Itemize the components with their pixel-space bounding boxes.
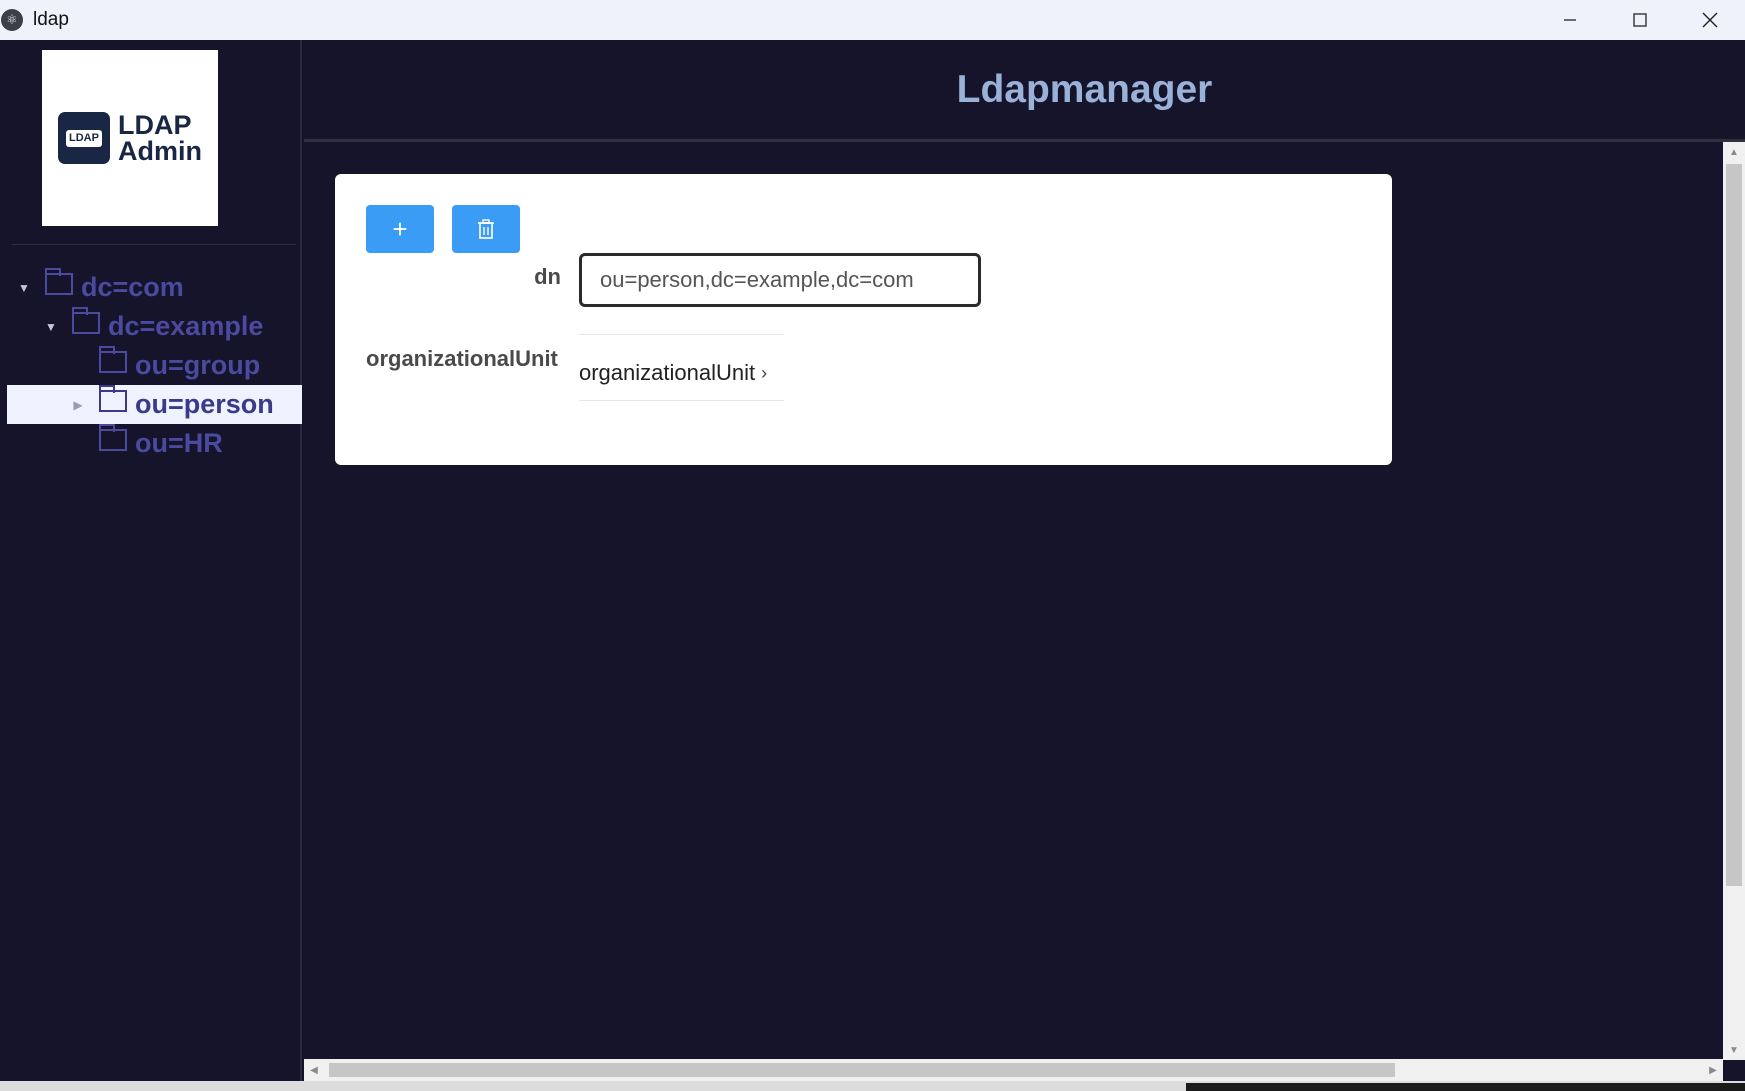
logo-line-2: Admin	[118, 136, 202, 166]
leaf-spacer	[71, 437, 85, 451]
chevron-right-icon: ›	[761, 362, 768, 383]
folder-icon	[99, 345, 127, 373]
scroll-up-icon[interactable]: ▲	[1723, 142, 1745, 162]
vertical-scrollbar[interactable]: ▲ ▼	[1723, 142, 1745, 1060]
window-controls	[1535, 0, 1745, 40]
organizational-unit-label: organizationalUnit	[366, 346, 558, 371]
main-content: Ldapmanager + dn organizationalUnit orga…	[304, 40, 1745, 1091]
folder-icon	[72, 306, 100, 334]
sidebar-divider	[12, 244, 296, 245]
entry-form-card: + dn organizationalUnit organizationalUn…	[335, 174, 1392, 465]
plus-icon: +	[392, 213, 408, 244]
ou-divider-bottom	[579, 400, 784, 401]
logo-badge: LDAP	[66, 129, 102, 147]
dn-label: dn	[534, 264, 561, 289]
folder-logo-icon: LDAP	[58, 112, 110, 164]
leaf-spacer	[71, 359, 85, 373]
app-header: Ldapmanager	[304, 40, 1745, 142]
horizontal-scroll-thumb[interactable]	[329, 1063, 1395, 1077]
organizational-unit-value: organizationalUnit	[579, 360, 756, 385]
tree-node-dc-com[interactable]: ▼ dc=com	[0, 267, 302, 307]
tree-node-label: dc=example	[108, 311, 264, 341]
collapsed-caret-icon[interactable]: ▶	[71, 398, 85, 412]
tree-node-label: ou=group	[135, 350, 261, 380]
logo-line-1: LDAP	[118, 110, 192, 140]
window-title: ldap	[33, 9, 69, 30]
tree-node-label: dc=com	[81, 272, 184, 302]
page-title: Ldapmanager	[956, 67, 1213, 111]
ldap-tree: ▼ dc=com ▼ dc=example ou=group ▶ ou=pers…	[0, 267, 302, 463]
expanded-caret-icon[interactable]: ▼	[17, 281, 31, 295]
folder-icon	[99, 384, 127, 412]
minimize-icon[interactable]	[1535, 0, 1605, 40]
folder-icon	[99, 423, 127, 451]
delete-button[interactable]	[452, 205, 520, 253]
folder-icon	[45, 267, 73, 295]
scroll-down-icon[interactable]: ▼	[1723, 1040, 1745, 1060]
window-titlebar: ⚛ ldap	[0, 0, 1745, 40]
trash-icon	[478, 219, 494, 239]
maximize-icon[interactable]	[1605, 0, 1675, 40]
tree-node-ou-person[interactable]: ▶ ou=person	[7, 384, 302, 424]
expanded-caret-icon[interactable]: ▼	[44, 320, 58, 334]
app-icon: ⚛	[1, 9, 23, 31]
ldap-admin-logo: LDAP LDAP Admin	[42, 50, 218, 226]
tree-node-label: ou=HR	[135, 428, 223, 458]
tree-node-ou-hr[interactable]: ou=HR	[0, 423, 302, 463]
horizontal-scrollbar[interactable]: ◀ ▶	[304, 1059, 1723, 1081]
add-button[interactable]: +	[366, 205, 434, 253]
taskbar-edge-dark	[1186, 1083, 1745, 1091]
vertical-scroll-thumb[interactable]	[1726, 164, 1742, 886]
tree-node-label: ou=person	[135, 389, 274, 419]
sidebar: LDAP LDAP Admin ▼ dc=com ▼ dc=example ou…	[0, 40, 302, 1091]
dn-field[interactable]	[579, 253, 981, 307]
tree-node-ou-group[interactable]: ou=group	[0, 345, 302, 385]
ou-divider-top	[579, 334, 784, 335]
logo-text: LDAP Admin	[118, 110, 202, 166]
close-icon[interactable]	[1675, 0, 1745, 40]
scroll-left-icon[interactable]: ◀	[304, 1059, 324, 1081]
organizational-unit-select[interactable]: organizationalUnit ›	[579, 360, 767, 386]
tree-node-dc-example[interactable]: ▼ dc=example	[0, 306, 302, 346]
scroll-right-icon[interactable]: ▶	[1703, 1059, 1723, 1081]
taskbar-edge	[0, 1081, 1745, 1091]
